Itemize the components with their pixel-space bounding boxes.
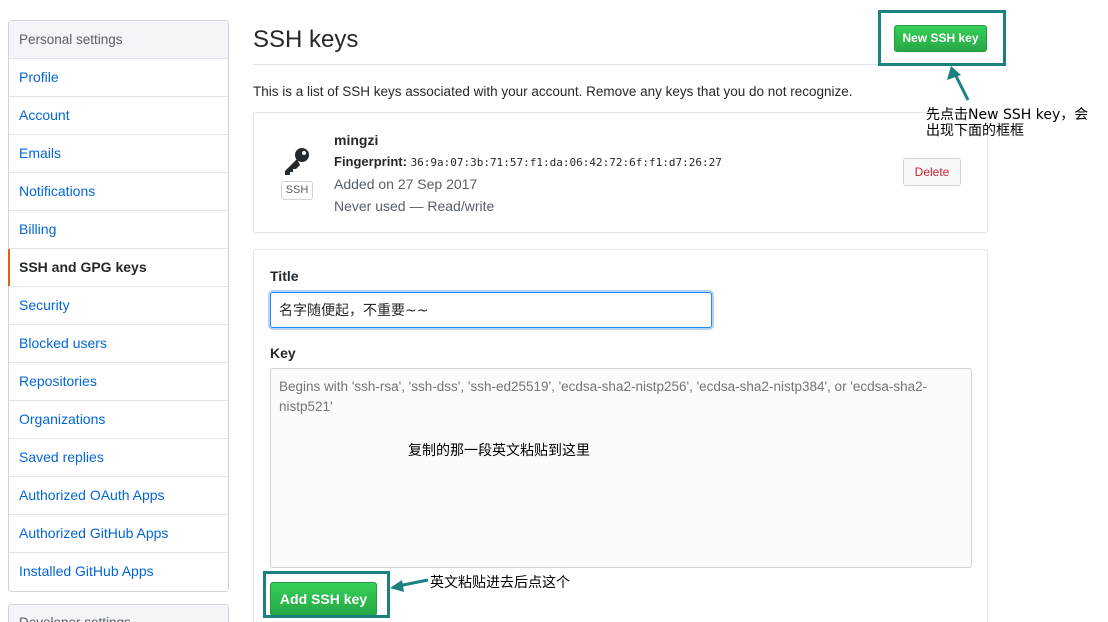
new-key-highlight-box xyxy=(878,10,1006,66)
developer-settings-header: Developer settings xyxy=(8,604,229,622)
fingerprint-label: Fingerprint: xyxy=(334,154,407,169)
annotation-add-hint: 英文粘贴进去后点这个 xyxy=(430,575,570,591)
sidebar-header: Personal settings xyxy=(9,21,228,59)
delete-key-button[interactable]: Delete xyxy=(903,158,961,186)
key-usage: Never used — Read/write xyxy=(334,198,495,214)
key-added-date: Added on 27 Sep 2017 xyxy=(334,176,478,192)
key-title: mingzi xyxy=(334,132,379,148)
sidebar-item-emails[interactable]: Emails xyxy=(9,135,228,173)
sidebar-item-saved-replies[interactable]: Saved replies xyxy=(9,439,228,477)
sidebar-item-repositories[interactable]: Repositories xyxy=(9,363,228,401)
sidebar-item-ssh-gpg-keys[interactable]: SSH and GPG keys xyxy=(8,249,228,287)
sidebar-item-security[interactable]: Security xyxy=(9,287,228,325)
page-title: SSH keys xyxy=(253,26,359,53)
key-icon xyxy=(285,148,309,175)
ssh-badge: SSH xyxy=(281,181,313,200)
sidebar-item-organizations[interactable]: Organizations xyxy=(9,401,228,439)
title-input[interactable] xyxy=(270,292,712,328)
arrow-head-new-key xyxy=(947,66,961,80)
annotation-key-hint: 复制的那一段英文粘贴到这里 xyxy=(408,443,590,459)
key-label: Key xyxy=(270,345,296,361)
key-fingerprint: Fingerprint: 36:9a:07:3b:71:57:f1:da:06:… xyxy=(334,154,722,169)
page-description: This is a list of SSH keys associated wi… xyxy=(253,84,853,99)
key-textarea[interactable] xyxy=(270,368,972,568)
new-ssh-key-form: Title Key Add SSH key xyxy=(253,249,988,622)
ssh-key-item: SSH mingzi Fingerprint: 36:9a:07:3b:71:5… xyxy=(253,112,988,233)
sidebar-item-authorized-github-apps[interactable]: Authorized GitHub Apps xyxy=(9,515,228,553)
sidebar-item-account[interactable]: Account xyxy=(9,97,228,135)
sidebar-item-authorized-oauth-apps[interactable]: Authorized OAuth Apps xyxy=(9,477,228,515)
settings-sidebar: Personal settings Profile Account Emails… xyxy=(8,20,229,592)
sidebar-item-notifications[interactable]: Notifications xyxy=(9,173,228,211)
annotation-new-key-line2: 出现下面的框框 xyxy=(926,123,1024,139)
sidebar-item-blocked-users[interactable]: Blocked users xyxy=(9,325,228,363)
sidebar-item-installed-github-apps[interactable]: Installed GitHub Apps xyxy=(9,553,228,591)
fingerprint-value: 36:9a:07:3b:71:57:f1:da:06:42:72:6f:f1:d… xyxy=(410,156,722,169)
sidebar-item-billing[interactable]: Billing xyxy=(9,211,228,249)
sidebar-item-profile[interactable]: Profile xyxy=(9,59,228,97)
title-label: Title xyxy=(270,268,299,284)
arrow-to-new-key xyxy=(953,73,970,101)
add-key-highlight-box xyxy=(263,571,390,618)
